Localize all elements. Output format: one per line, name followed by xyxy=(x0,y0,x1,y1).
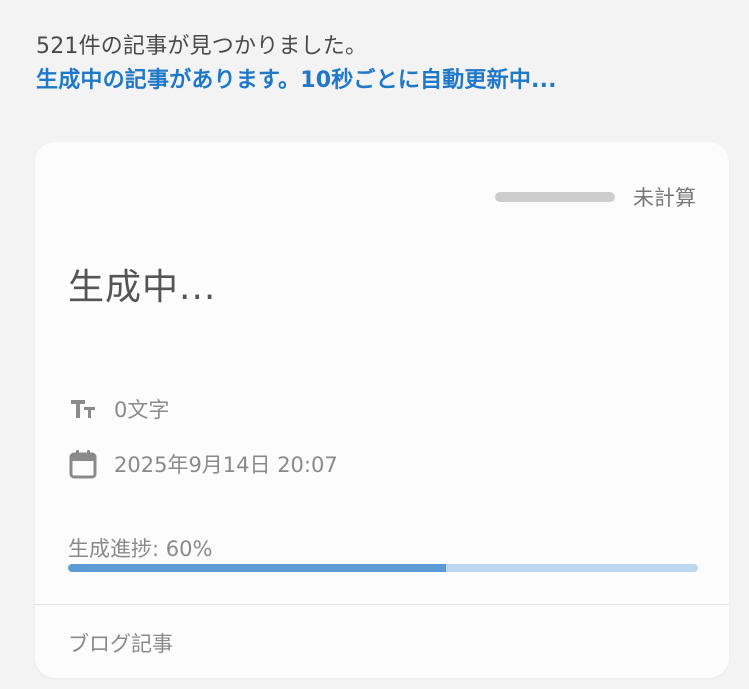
date-row: 2025年9月14日 20:07 xyxy=(68,449,338,479)
progress-fill xyxy=(68,564,446,572)
text-size-icon xyxy=(68,394,98,424)
word-count-row: 0文字 xyxy=(68,394,169,424)
auto-refresh-status: 生成中の記事があります。10秒ごとに自動更新中... xyxy=(36,68,557,93)
score-row: 未計算 xyxy=(495,182,696,212)
created-date: 2025年9月14日 20:07 xyxy=(114,453,338,477)
article-title: 生成中... xyxy=(68,267,217,308)
word-count: 0文字 xyxy=(114,398,170,422)
score-bar xyxy=(495,192,615,202)
progress-bar xyxy=(68,564,698,572)
card-divider xyxy=(35,604,729,605)
score-label: 未計算 xyxy=(633,186,696,210)
results-count-text: 521件の記事が見つかりました。 xyxy=(36,34,368,59)
article-card[interactable]: 未計算 生成中... 0文字 2025年9月14日 20:07 生成進捗: 60… xyxy=(35,142,729,678)
calendar-icon xyxy=(68,449,98,479)
article-category: ブログ記事 xyxy=(68,632,173,656)
progress-label: 生成進捗: 60% xyxy=(68,537,213,561)
results-header: 521件の記事が見つかりました。 生成中の記事があります。10秒ごとに自動更新中… xyxy=(36,30,557,98)
